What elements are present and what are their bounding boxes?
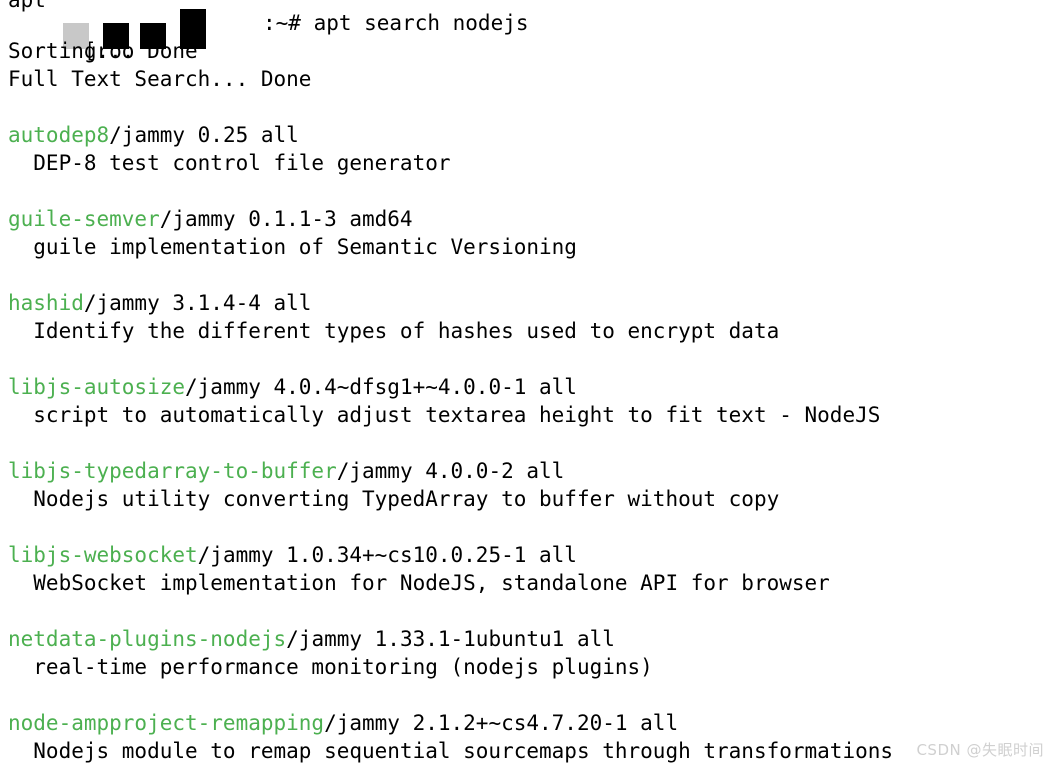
search-results-list: autodep8/jammy 0.25 all DEP-8 test contr…: [0, 93, 1058, 765]
package-name: node-ampproject-remapping: [8, 711, 325, 735]
package-version-arch: /jammy 4.0.4~dfsg1+~4.0.0-1 all: [185, 375, 577, 399]
package-description: real-time performance monitoring (nodejs…: [8, 655, 653, 679]
package-header: hashid/jammy 3.1.4-4 all: [0, 289, 1058, 317]
package-version-arch: /jammy 0.1.1-3 amd64: [159, 207, 413, 231]
result-spacer: [0, 597, 1058, 625]
package-description: guile implementation of Semantic Version…: [8, 235, 577, 259]
package-description: Nodejs module to remap sequential source…: [8, 739, 894, 763]
package-description: WebSocket implementation for NodeJS, sta…: [8, 571, 830, 595]
package-description: script to automatically adjust textarea …: [8, 403, 881, 427]
package-name: libjs-autosize: [8, 375, 186, 399]
package-name: netdata-plugins-nodejs: [8, 627, 287, 651]
result-spacer: [0, 261, 1058, 289]
package-version-arch: /jammy 3.1.4-4 all: [83, 291, 312, 315]
status-line-full-text-search: Full Text Search... Done: [8, 67, 312, 91]
package-version-arch: /jammy 1.0.34+~cs10.0.25-1 all: [197, 543, 577, 567]
result-spacer: [0, 429, 1058, 457]
package-description: DEP-8 test control file generator: [8, 151, 451, 175]
result-spacer: [0, 681, 1058, 709]
package-name: guile-semver: [8, 207, 160, 231]
package-header: node-ampproject-remapping/jammy 2.1.2+~c…: [0, 709, 1058, 737]
package-header: libjs-typedarray-to-buffer/jammy 4.0.0-2…: [0, 457, 1058, 485]
package-header: libjs-websocket/jammy 1.0.34+~cs10.0.25-…: [0, 541, 1058, 569]
package-header: guile-semver/jammy 0.1.1-3 amd64: [0, 205, 1058, 233]
result-spacer: [0, 177, 1058, 205]
package-version-arch: /jammy 1.33.1-1ubuntu1 all: [286, 627, 615, 651]
package-header: libjs-autosize/jammy 4.0.4~dfsg1+~4.0.0-…: [0, 373, 1058, 401]
package-header: autodep8/jammy 0.25 all: [0, 121, 1058, 149]
package-description: Identify the different types of hashes u…: [8, 319, 780, 343]
package-name: libjs-websocket: [8, 543, 198, 567]
terminal-output: [roo :~# apt search nodejs Sorting... Do…: [0, 9, 1058, 765]
package-version-arch: /jammy 2.1.2+~cs4.7.20-1 all: [324, 711, 679, 735]
package-name: hashid: [8, 291, 84, 315]
csdn-watermark: CSDN @失眠时间: [916, 741, 1044, 759]
package-description: Nodejs utility converting TypedArray to …: [8, 487, 780, 511]
package-name: libjs-typedarray-to-buffer: [8, 459, 337, 483]
package-name: autodep8: [8, 123, 110, 147]
terminal-window[interactable]: apt [roo :~# apt search nodejs Sorting..…: [0, 0, 1058, 770]
result-spacer: [0, 345, 1058, 373]
package-version-arch: /jammy 4.0.0-2 all: [336, 459, 565, 483]
package-header: netdata-plugins-nodejs/jammy 1.33.1-1ubu…: [0, 625, 1058, 653]
result-spacer: [0, 513, 1058, 541]
package-version-arch: /jammy 0.25 all: [109, 123, 299, 147]
status-line-sorting: Sorting... Done: [8, 39, 198, 63]
prompt-command-text: :~# apt search nodejs: [263, 11, 529, 35]
shell-prompt-line: [roo :~# apt search nodejs: [0, 9, 1058, 63]
result-spacer: [0, 93, 1058, 121]
